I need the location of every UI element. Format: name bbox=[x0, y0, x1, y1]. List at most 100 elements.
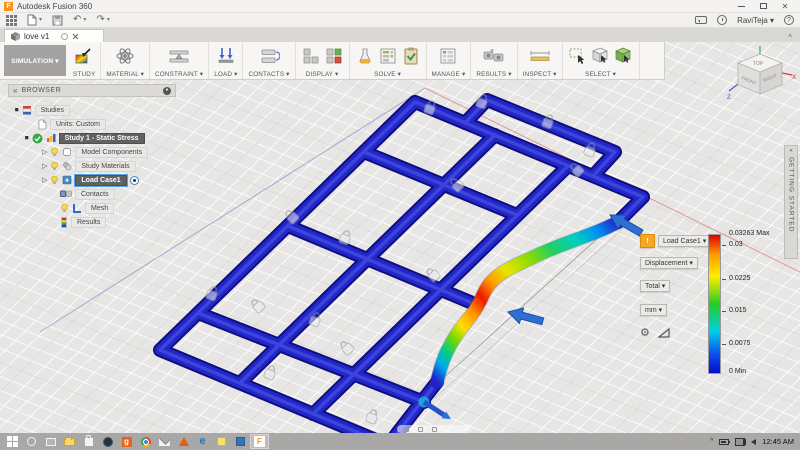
close-button[interactable]: ✕ bbox=[774, 0, 796, 12]
store-icon[interactable] bbox=[79, 434, 98, 449]
results-icon bbox=[483, 49, 504, 62]
user-account-menu[interactable]: RaviTeja ▾ bbox=[737, 16, 774, 25]
tree-item-contacts[interactable]: Contacts bbox=[8, 187, 238, 201]
maximize-button[interactable] bbox=[752, 0, 774, 12]
undo-button[interactable]: ↶ ▾ bbox=[73, 15, 86, 25]
tree-item-study-materials[interactable]: ▷ Study Materials bbox=[8, 159, 238, 173]
start-button[interactable] bbox=[3, 434, 22, 449]
colorbar-min-label: 0 Min bbox=[729, 368, 747, 375]
redo-button[interactable]: ↷ ▾ bbox=[96, 15, 109, 25]
browser-minimize-icon[interactable]: • bbox=[163, 86, 171, 95]
browser-panel: « BROWSER • ◆ Studies Units: Custom ◆ St… bbox=[8, 84, 238, 229]
toolbar-collapse-chevron[interactable]: ^ bbox=[788, 34, 792, 42]
units-dropdown[interactable]: mm ▾ bbox=[640, 304, 668, 316]
precheck-icon bbox=[404, 47, 418, 65]
tree-item-results[interactable]: Results bbox=[8, 215, 238, 229]
mail-icon[interactable] bbox=[155, 434, 174, 449]
cortana-icon[interactable] bbox=[22, 434, 41, 449]
load-case-warning-button[interactable]: ! bbox=[640, 234, 655, 248]
chrome-icon[interactable] bbox=[136, 434, 155, 449]
display-blocks-icon bbox=[303, 48, 318, 64]
axis-z-line bbox=[728, 83, 739, 92]
slope-tool-icon[interactable] bbox=[657, 327, 670, 338]
pan-tool-icon[interactable] bbox=[418, 426, 423, 432]
expanded-arrow-icon[interactable]: ◆ bbox=[23, 134, 31, 142]
toolbar-group-inspect[interactable]: INSPECT ▾ bbox=[518, 42, 563, 79]
tree-item-mesh[interactable]: Mesh bbox=[8, 201, 238, 215]
getting-started-label: GETTING STARTED bbox=[787, 157, 795, 233]
new-file-button[interactable]: ▾ bbox=[27, 14, 42, 26]
view-cube[interactable]: TOP FRONT RIGHT X Z bbox=[726, 46, 796, 108]
load-arrows bbox=[422, 207, 646, 419]
minimize-button[interactable] bbox=[730, 0, 752, 12]
navigation-bar[interactable] bbox=[397, 425, 471, 433]
collapsed-arrow-icon[interactable]: ▷ bbox=[42, 177, 47, 184]
select-solid-icon bbox=[591, 47, 608, 63]
expanded-arrow-icon[interactable]: ◆ bbox=[13, 106, 21, 114]
vlc-icon[interactable] bbox=[174, 434, 193, 449]
file-explorer-icon[interactable] bbox=[60, 434, 79, 449]
document-tab[interactable]: love v1 bbox=[4, 29, 104, 42]
comments-icon[interactable] bbox=[695, 16, 708, 24]
load-case-dropdown[interactable]: Load Case1 ▾ bbox=[658, 235, 712, 247]
toolbar-group-contacts[interactable]: CONTACTS ▾ bbox=[243, 42, 296, 79]
tree-item-studies[interactable]: ◆ Studies bbox=[8, 103, 238, 117]
panel-collapse-icon[interactable]: « bbox=[13, 86, 17, 95]
save-icon bbox=[52, 15, 63, 25]
app-grid-icon[interactable] bbox=[6, 14, 17, 26]
tab-close-icon[interactable] bbox=[72, 33, 79, 40]
colorbar-max-label: 0.03263 Max bbox=[729, 230, 770, 237]
active-load-case-radio[interactable] bbox=[129, 175, 139, 185]
tree-item-model-components[interactable]: ▷ Model Components bbox=[8, 145, 238, 159]
document-tab-bar: love v1 ^ bbox=[0, 28, 800, 42]
tree-item-study1[interactable]: ◆ Study 1 - Static Stress bbox=[8, 131, 238, 145]
toolbar-group-results[interactable]: RESULTS ▾ bbox=[471, 42, 518, 79]
visibility-bulb-icon bbox=[61, 203, 68, 212]
visibility-bulb-icon bbox=[51, 175, 59, 184]
help-icon[interactable]: ? bbox=[784, 15, 794, 25]
zoom-tool-icon[interactable] bbox=[404, 426, 409, 432]
toolbar-group-material[interactable]: MATERIAL ▾ bbox=[101, 42, 151, 79]
word-app-icon[interactable] bbox=[231, 434, 250, 449]
sticky-notes-icon[interactable] bbox=[212, 434, 231, 449]
toolbar-group-display[interactable]: DISPLAY ▾ bbox=[296, 42, 350, 79]
save-button[interactable] bbox=[52, 15, 63, 26]
model-viewport[interactable]: SIMULATION ▾ STUDY MATERIAL ▾ CONSTRAINT… bbox=[0, 42, 800, 433]
legend-settings-gear-icon[interactable]: ⚙ bbox=[640, 326, 650, 339]
volume-icon[interactable] bbox=[743, 438, 757, 445]
colorbar-tick-label: 0.0075 bbox=[729, 340, 751, 347]
load-icon bbox=[218, 48, 234, 63]
redo-icon: ↷ bbox=[96, 14, 105, 25]
document-tab-label: love v1 bbox=[24, 31, 50, 41]
browser-tree: ◆ Studies Units: Custom ◆ Study 1 - Stat… bbox=[8, 103, 238, 229]
battery-icon[interactable] bbox=[719, 438, 731, 445]
getting-started-tab[interactable]: « GETTING STARTED bbox=[784, 145, 798, 259]
toolbar-group-solve[interactable]: SOLVE ▾ bbox=[350, 42, 427, 79]
edge-icon[interactable]: e bbox=[193, 434, 212, 449]
orbit-tool-icon[interactable] bbox=[432, 426, 437, 432]
toolbar-group-select[interactable]: SELECT ▾ bbox=[563, 42, 640, 79]
undo-caret-icon: ▾ bbox=[83, 17, 87, 23]
fusion-app-icon: F bbox=[4, 1, 13, 11]
collapsed-arrow-icon[interactable]: ▷ bbox=[42, 149, 47, 156]
clock-time[interactable]: 12:45 AM bbox=[762, 437, 794, 446]
hidden-icons-chevron[interactable]: ^ bbox=[710, 438, 713, 445]
toolbar-group-manage[interactable]: MANAGE ▾ bbox=[427, 42, 472, 79]
toolbar-group-constraint[interactable]: CONSTRAINT ▾ bbox=[150, 42, 210, 79]
job-status-clock-icon[interactable] bbox=[717, 15, 728, 25]
fusion-taskbar-icon[interactable]: F bbox=[250, 434, 269, 449]
tree-item-units[interactable]: Units: Custom bbox=[8, 117, 238, 131]
component-dropdown[interactable]: Total ▾ bbox=[640, 280, 671, 292]
task-view-icon[interactable] bbox=[41, 434, 60, 449]
g-app-icon[interactable]: g bbox=[117, 434, 136, 449]
tree-item-load-case1[interactable]: ▷ Load Case1 bbox=[8, 173, 238, 187]
workspace-selector[interactable]: SIMULATION ▾ bbox=[4, 45, 66, 76]
toolbar-group-load[interactable]: LOAD ▾ bbox=[209, 42, 244, 79]
browser-header[interactable]: « BROWSER • bbox=[8, 84, 176, 97]
quick-access-toolbar: ▾ ↶ ▾ ↷ ▾ RaviTeja ▾ ? bbox=[0, 13, 800, 28]
toolbar-group-study[interactable]: STUDY bbox=[68, 42, 102, 79]
result-type-dropdown[interactable]: Displacement ▾ bbox=[640, 257, 698, 269]
photos-app-icon[interactable] bbox=[98, 434, 117, 449]
collapsed-arrow-icon[interactable]: ▷ bbox=[42, 163, 47, 170]
material-icon bbox=[116, 48, 134, 64]
